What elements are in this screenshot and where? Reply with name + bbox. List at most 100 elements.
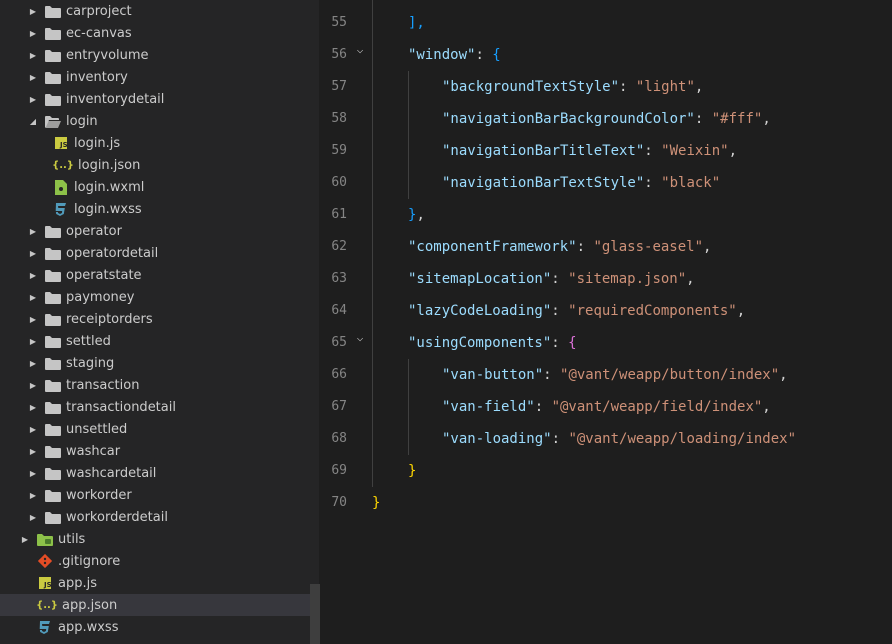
tree-file-login-wxss[interactable]: login.wxss: [0, 198, 320, 220]
chevron-right-icon[interactable]: ▶: [26, 484, 40, 506]
tree-file-gitignore[interactable]: .gitignore: [0, 550, 320, 572]
tree-folder-workorder[interactable]: ▶ workorder: [0, 484, 320, 506]
code-line[interactable]: 60 "navigationBarTextStyle": "black": [320, 167, 892, 199]
line-number: 64: [331, 303, 347, 318]
folder-icon: [45, 47, 61, 63]
tree-folder-utils[interactable]: ▶ utils: [0, 528, 320, 550]
fold-chevron-icon[interactable]: ⌵: [352, 322, 368, 354]
code-line[interactable]: 69}: [320, 455, 892, 487]
code-token: :: [644, 175, 662, 191]
code-text: "lazyCodeLoading": "requiredComponents",: [408, 295, 745, 327]
code-line[interactable]: 56 ⌵ "window": {: [320, 39, 892, 71]
chevron-right-icon[interactable]: ▶: [26, 308, 40, 330]
chevron-right-icon[interactable]: ▶: [26, 506, 40, 528]
chevron-right-icon[interactable]: ▶: [26, 88, 40, 110]
tree-file-login-json[interactable]: {..} login.json: [0, 154, 320, 176]
code-text: "van-button": "@vant/weapp/button/index"…: [442, 359, 788, 391]
tree-file-app-json[interactable]: {..} app.json: [0, 594, 320, 616]
code-token: ,: [762, 399, 771, 415]
tree-folder-operatstate[interactable]: ▶ operatstate: [0, 264, 320, 286]
tree-folder-operator[interactable]: ▶ operator: [0, 220, 320, 242]
tree-item-label: staging: [66, 355, 115, 371]
tree-folder-login[interactable]: ◢ login: [0, 110, 320, 132]
tree-folder-settled[interactable]: ▶ settled: [0, 330, 320, 352]
code-line[interactable]: 64 "lazyCodeLoading": "requiredComponents…: [320, 295, 892, 327]
code-line[interactable]: 55],: [320, 7, 892, 39]
tree-item-label: login.wxss: [74, 201, 142, 217]
chevron-right-icon[interactable]: ▶: [26, 0, 40, 22]
chevron-right-icon[interactable]: ▶: [26, 440, 40, 462]
code-line[interactable]: 65 ⌵ "usingComponents": {: [320, 327, 892, 359]
code-text: "componentFramework": "glass-easel",: [408, 231, 711, 263]
git-file-icon: [37, 553, 53, 569]
code-line[interactable]: 63 "sitemapLocation": "sitemap.json",: [320, 263, 892, 295]
tree-folder-transaction[interactable]: ▶ transaction: [0, 374, 320, 396]
chevron-right-icon[interactable]: ▶: [26, 352, 40, 374]
indent-guide: [408, 359, 409, 455]
chevron-right-icon[interactable]: ▶: [26, 374, 40, 396]
code-token: "#fff": [711, 111, 763, 127]
svg-text:JS: JS: [59, 141, 68, 149]
tree-folder-ec-canvas[interactable]: ▶ ec-canvas: [0, 22, 320, 44]
tree-folder-inventorydetail[interactable]: ▶ inventorydetail: [0, 88, 320, 110]
tree-folder-transactiondetail[interactable]: ▶ transactiondetail: [0, 396, 320, 418]
folder-icon: [45, 69, 61, 85]
line-number: 61: [331, 207, 347, 222]
tree-item-label: washcardetail: [66, 465, 157, 481]
tree-item-label: operatordetail: [66, 245, 159, 261]
code-editor[interactable]: 55], 56 ⌵ "window": {57 "backgroundTextStyle…: [320, 0, 892, 644]
folder-icon: [45, 25, 61, 41]
chevron-right-icon[interactable]: ▶: [18, 528, 32, 550]
code-line[interactable]: 62 "componentFramework": "glass-easel",: [320, 231, 892, 263]
code-line[interactable]: 57 "backgroundTextStyle": "light",: [320, 71, 892, 103]
chevron-down-icon[interactable]: ◢: [26, 110, 40, 132]
chevron-right-icon[interactable]: ▶: [26, 66, 40, 88]
tree-file-app-js[interactable]: JS app.js: [0, 572, 320, 594]
tree-folder-receiptorders[interactable]: ▶ receiptorders: [0, 308, 320, 330]
chevron-right-icon[interactable]: ▶: [26, 418, 40, 440]
tree-folder-staging[interactable]: ▶ staging: [0, 352, 320, 374]
code-line[interactable]: 59 "navigationBarTitleText": "Weixin",: [320, 135, 892, 167]
chevron-right-icon[interactable]: ▶: [26, 22, 40, 44]
tree-item-label: app.wxss: [58, 619, 119, 635]
fold-chevron-icon[interactable]: ⌵: [352, 34, 368, 66]
code-text: }: [372, 487, 380, 519]
code-line[interactable]: 68 "van-loading": "@vant/weapp/loading/in…: [320, 423, 892, 455]
tree-folder-washcardetail[interactable]: ▶ washcardetail: [0, 462, 320, 484]
chevron-right-icon[interactable]: ▶: [26, 44, 40, 66]
tree-file-login-js[interactable]: JS login.js: [0, 132, 320, 154]
chevron-right-icon[interactable]: ▶: [26, 396, 40, 418]
tree-folder-operatordetail[interactable]: ▶ operatordetail: [0, 242, 320, 264]
tree-folder-inventory[interactable]: ▶ inventory: [0, 66, 320, 88]
code-line[interactable]: 61},: [320, 199, 892, 231]
tree-folder-carproject[interactable]: ▶ carproject: [0, 0, 320, 22]
tree-folder-entryvolume[interactable]: ▶ entryvolume: [0, 44, 320, 66]
tree-folder-washcar[interactable]: ▶ washcar: [0, 440, 320, 462]
code-token: "Weixin": [661, 143, 729, 159]
chevron-right-icon[interactable]: ▶: [26, 286, 40, 308]
code-token: ,: [779, 367, 788, 383]
tree-item-label: entryvolume: [66, 47, 149, 63]
code-token: :: [551, 271, 569, 287]
line-number: 55: [331, 15, 347, 30]
sidebar-scrollbar[interactable]: [310, 584, 320, 644]
chevron-right-icon[interactable]: ▶: [26, 330, 40, 352]
code-text: },: [408, 199, 425, 231]
tree-file-login-wxml[interactable]: login.wxml: [0, 176, 320, 198]
tree-folder-paymoney[interactable]: ▶ paymoney: [0, 286, 320, 308]
chevron-right-icon[interactable]: ▶: [26, 462, 40, 484]
tree-folder-workorderdetail[interactable]: ▶ workorderdetail: [0, 506, 320, 528]
code-line[interactable]: 58 "navigationBarBackgroundColor": "#fff"…: [320, 103, 892, 135]
tree-item-label: login.js: [74, 135, 121, 151]
chevron-right-icon[interactable]: ▶: [26, 220, 40, 242]
code-line[interactable]: 70}: [320, 487, 892, 519]
chevron-right-icon[interactable]: ▶: [26, 242, 40, 264]
svg-text:JS: JS: [43, 581, 52, 589]
code-line[interactable]: 67 "van-field": "@vant/weapp/field/index"…: [320, 391, 892, 423]
tree-folder-unsettled[interactable]: ▶ unsettled: [0, 418, 320, 440]
code-line[interactable]: 66 "van-button": "@vant/weapp/button/inde…: [320, 359, 892, 391]
chevron-right-icon[interactable]: ▶: [26, 264, 40, 286]
line-number: 62: [331, 239, 347, 254]
tree-file-app-wxss[interactable]: app.wxss: [0, 616, 320, 638]
line-number: 69: [331, 463, 347, 478]
